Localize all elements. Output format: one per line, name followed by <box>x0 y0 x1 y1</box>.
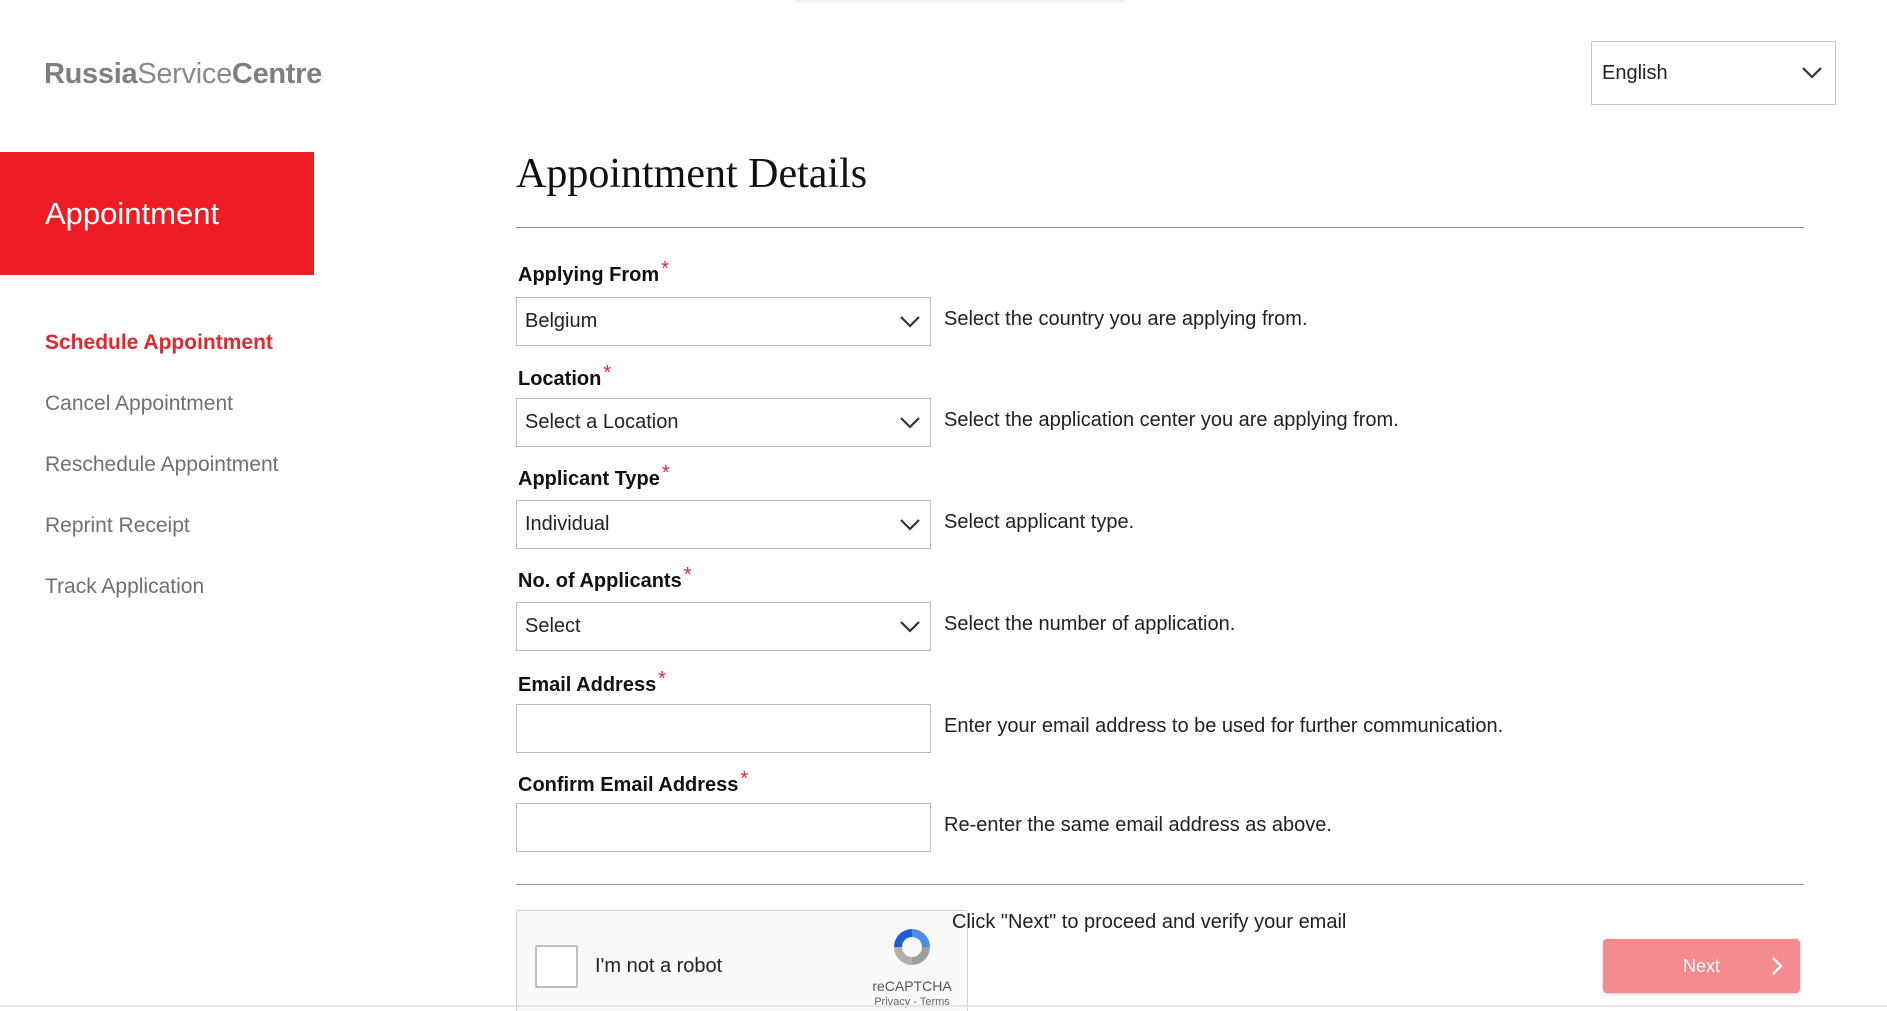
next-button-label: Next <box>1682 955 1720 976</box>
logo-part-russia: Russia <box>44 58 138 90</box>
location-help: Select the application center you are ap… <box>944 409 1399 431</box>
confirm-email-field[interactable] <box>516 803 931 852</box>
chevron-down-icon <box>900 518 920 531</box>
sidebar-item-track-application[interactable]: Track Application <box>45 574 279 635</box>
location-label: Location * <box>518 362 611 391</box>
num-applicants-help: Select the number of application. <box>944 613 1236 635</box>
recaptcha-widget: I'm not a robot reCAPTCHA Privacy - Term… <box>516 910 968 1011</box>
divider-bottom <box>516 884 1804 885</box>
confirm-email-label-text: Confirm Email Address <box>518 774 739 796</box>
page: RussiaServiceCentre English Appointment … <box>0 0 1887 1011</box>
applicant-type-help: Select applicant type. <box>944 511 1135 533</box>
logo-part-service: Service <box>137 58 232 90</box>
applying-from-label: Applying From * <box>518 258 669 287</box>
site-logo[interactable]: RussiaServiceCentre <box>44 58 322 91</box>
chevron-down-icon <box>900 315 920 328</box>
num-applicants-label: No. of Applicants * <box>518 564 692 593</box>
page-bottom-border <box>0 1005 1887 1007</box>
language-value: English <box>1602 61 1668 84</box>
recaptcha-logo-area: reCAPTCHA Privacy - Terms <box>867 923 957 1008</box>
confirm-email-help: Re-enter the same email address as above… <box>944 814 1332 836</box>
chevron-down-icon <box>900 620 920 633</box>
sidebar-item-schedule-appointment[interactable]: Schedule Appointment <box>45 330 279 391</box>
page-title: Appointment Details <box>516 151 868 197</box>
applicant-type-value: Individual <box>525 513 610 535</box>
applicant-type-label: Applicant Type * <box>518 462 670 491</box>
sidebar-item-reschedule-appointment[interactable]: Reschedule Appointment <box>45 452 279 513</box>
applying-from-select[interactable]: Belgium <box>516 297 931 346</box>
applying-from-value: Belgium <box>525 310 598 332</box>
applying-from-label-text: Applying From <box>518 264 660 286</box>
applicant-type-select[interactable]: Individual <box>516 500 931 549</box>
sidebar-item-reprint-receipt[interactable]: Reprint Receipt <box>45 513 279 574</box>
recaptcha-brand: reCAPTCHA <box>872 978 952 994</box>
recaptcha-label: I'm not a robot <box>595 955 723 977</box>
email-label-text: Email Address <box>518 674 657 696</box>
chevron-down-icon <box>1802 67 1822 79</box>
language-select[interactable]: English <box>1591 41 1836 105</box>
email-field[interactable] <box>516 704 931 753</box>
num-applicants-label-text: No. of Applicants <box>518 570 682 592</box>
confirm-email-label: Confirm Email Address * <box>518 768 748 797</box>
applicant-type-label-text: Applicant Type <box>518 468 660 490</box>
recaptcha-icon <box>894 929 930 965</box>
sidebar-nav: Schedule Appointment Cancel Appointment … <box>45 330 279 635</box>
sidebar-banner: Appointment <box>0 152 314 275</box>
location-value: Select a Location <box>525 411 679 433</box>
divider-top <box>516 227 1804 228</box>
recaptcha-checkbox[interactable] <box>535 945 578 988</box>
next-instruction: Click "Next" to proceed and verify your … <box>952 911 1347 933</box>
num-applicants-value: Select <box>525 615 581 637</box>
required-marker: * <box>658 668 666 690</box>
email-help: Enter your email address to be used for … <box>944 715 1504 737</box>
applying-from-help: Select the country you are applying from… <box>944 308 1308 330</box>
required-marker: * <box>603 362 612 384</box>
sidebar-banner-title: Appointment <box>45 195 220 231</box>
required-marker: * <box>661 462 670 484</box>
next-button[interactable]: Next <box>1603 939 1800 993</box>
num-applicants-select[interactable]: Select <box>516 602 931 651</box>
location-label-text: Location <box>518 368 602 390</box>
required-marker: * <box>740 768 749 790</box>
sidebar-item-cancel-appointment[interactable]: Cancel Appointment <box>45 391 279 452</box>
required-marker: * <box>661 258 669 280</box>
location-select[interactable]: Select a Location <box>516 398 931 447</box>
chevron-down-icon <box>900 416 920 429</box>
top-shadow <box>795 0 1125 4</box>
chevron-right-icon <box>1772 957 1783 975</box>
required-marker: * <box>683 564 692 586</box>
email-label: Email Address * <box>518 668 666 697</box>
logo-part-centre: Centre <box>231 58 322 90</box>
